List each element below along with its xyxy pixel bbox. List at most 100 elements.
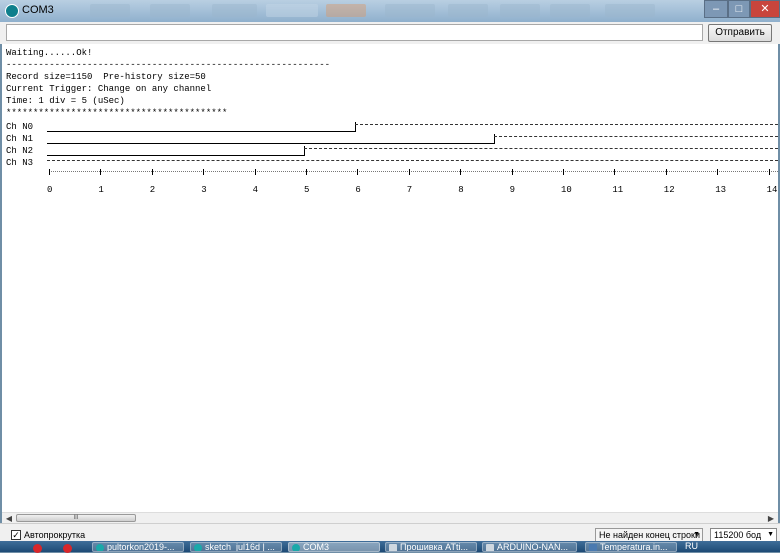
taskbar-button[interactable]: Прошивка ATti... bbox=[385, 542, 477, 552]
ruler-tick bbox=[717, 169, 719, 175]
ruler-tick bbox=[100, 169, 102, 175]
ruler-label: 4 bbox=[252, 185, 258, 195]
trace-high-segment bbox=[47, 160, 778, 161]
blurred-tab bbox=[212, 4, 257, 17]
taskbar-button-label: sketch_jul16d | ... bbox=[205, 542, 275, 552]
taskbar-button[interactable]: Temperatura.in... bbox=[585, 542, 677, 552]
autoscroll-checkbox[interactable]: ✓ bbox=[11, 530, 21, 540]
ruler-label: 6 bbox=[355, 185, 361, 195]
line-ending-value: Не найден конец строки bbox=[599, 530, 701, 540]
ruler-label: 12 bbox=[663, 185, 675, 195]
title-bar: COM3 – □ ✕ bbox=[0, 0, 780, 22]
output-line: Waiting......Ok! bbox=[6, 48, 93, 58]
taskbar-button[interactable]: ARDUINO-NAN... bbox=[482, 542, 577, 552]
ruler-tick bbox=[768, 169, 770, 175]
channel-label: Ch N3 bbox=[6, 158, 34, 168]
arduino-icon bbox=[5, 4, 19, 18]
ruler-label: 9 bbox=[509, 185, 515, 195]
baud-rate-value: 115200 бод bbox=[714, 530, 762, 540]
ruler-tick bbox=[563, 169, 564, 175]
line-ending-select[interactable]: Не найден конец строки ▼ bbox=[595, 528, 703, 542]
chevron-down-icon: ▼ bbox=[693, 531, 700, 538]
close-button[interactable]: ✕ bbox=[750, 0, 780, 18]
output-line: Current Trigger: Change on any channel bbox=[6, 84, 212, 94]
trace-high-segment bbox=[304, 148, 778, 149]
minimize-button[interactable]: – bbox=[704, 0, 728, 18]
ruler-label: 14 bbox=[766, 185, 778, 195]
channel-trace-1 bbox=[47, 134, 778, 147]
scroll-left-arrow-icon[interactable]: ◀ bbox=[4, 514, 14, 523]
taskbar-button-label: Temperatura.in... bbox=[600, 542, 668, 552]
trace-low-segment bbox=[47, 135, 494, 144]
blurred-tab bbox=[90, 4, 130, 17]
ruler-label: 2 bbox=[149, 185, 156, 195]
window-title: COM3 bbox=[22, 4, 54, 16]
ruler-label: 13 bbox=[715, 185, 726, 195]
ruler-tick bbox=[665, 169, 667, 175]
output-line: Record size=1150 Pre-history size=50 bbox=[6, 72, 206, 82]
blurred-tab bbox=[550, 4, 590, 17]
serial-send-input[interactable] bbox=[6, 24, 703, 41]
channel-trace-3 bbox=[47, 159, 778, 171]
taskbar-button[interactable]: sketch_jul16d | ... bbox=[190, 542, 282, 552]
trace-low-segment bbox=[47, 123, 355, 132]
arduino-icon bbox=[194, 544, 202, 551]
blurred-tab bbox=[605, 4, 655, 17]
arduino-icon bbox=[96, 544, 104, 551]
arduino-icon bbox=[292, 544, 300, 551]
trace-low-segment bbox=[47, 147, 304, 156]
channel-label: Ch N2 bbox=[6, 146, 34, 156]
ruler-label: 11 bbox=[612, 185, 624, 195]
trace-high-segment bbox=[355, 124, 778, 125]
ruler-tick bbox=[49, 169, 50, 175]
output-line: ****************************************… bbox=[6, 108, 228, 118]
taskbar-button-label: pultorkon2019-... bbox=[107, 542, 175, 552]
ruler-tick bbox=[614, 169, 616, 175]
ruler-label: 7 bbox=[406, 185, 413, 195]
ruler-tick bbox=[460, 169, 462, 175]
blurred-tab bbox=[385, 4, 435, 17]
ruler-tick bbox=[306, 169, 307, 175]
ruler-tick bbox=[511, 169, 513, 175]
ruler-tick bbox=[151, 169, 153, 175]
output-line: Time: 1 div = 5 (uSec) bbox=[6, 96, 125, 106]
serial-output[interactable]: Waiting......Ok! -----------------------… bbox=[2, 44, 778, 512]
channel-label: Ch N1 bbox=[6, 134, 34, 144]
baud-rate-select[interactable]: 115200 бод ▼ bbox=[710, 528, 777, 542]
ruler-tick bbox=[357, 169, 359, 175]
autoscroll-label: Автопрокрутка bbox=[24, 530, 86, 540]
ruler-tick bbox=[203, 169, 205, 175]
document-icon bbox=[589, 544, 597, 551]
taskbar-button-active[interactable]: COM3 bbox=[288, 542, 380, 552]
ruler-label: 10 bbox=[561, 185, 572, 195]
taskbar-button[interactable]: pultorkon2019-... bbox=[92, 542, 184, 552]
ruler-label: 0 bbox=[47, 185, 53, 195]
channel-label: Ch N0 bbox=[6, 122, 34, 132]
blurred-tab bbox=[326, 4, 366, 17]
scroll-right-arrow-icon[interactable]: ▶ bbox=[766, 514, 776, 523]
maximize-button[interactable]: □ bbox=[728, 0, 750, 18]
trace-high-segment bbox=[494, 136, 778, 137]
ruler-label: 1 bbox=[98, 185, 104, 195]
blurred-tab bbox=[150, 4, 190, 17]
taskbar-button-label: ARDUINO-NAN... bbox=[497, 542, 569, 552]
chevron-down-icon: ▼ bbox=[767, 531, 774, 538]
ruler-label: 3 bbox=[201, 185, 207, 195]
send-button[interactable]: Отправить bbox=[708, 24, 772, 42]
taskbar-button-label: Прошивка ATti... bbox=[400, 542, 468, 552]
channel-trace-0 bbox=[47, 122, 778, 135]
ruler-label: 8 bbox=[458, 185, 464, 195]
ruler-tick bbox=[408, 169, 410, 175]
scrollbar-thumb[interactable]: III bbox=[16, 514, 136, 522]
blurred-tab bbox=[500, 4, 540, 17]
document-icon bbox=[486, 544, 494, 551]
language-indicator[interactable]: RU bbox=[685, 541, 698, 551]
time-ruler bbox=[49, 169, 778, 180]
output-line: ----------------------------------------… bbox=[6, 60, 331, 70]
taskbar-button-label: COM3 bbox=[303, 542, 330, 552]
blurred-tab bbox=[448, 4, 488, 17]
ruler-tick bbox=[254, 169, 256, 175]
ruler-label: 5 bbox=[304, 185, 310, 195]
channel-trace-2 bbox=[47, 146, 778, 159]
blurred-tab bbox=[266, 4, 318, 17]
